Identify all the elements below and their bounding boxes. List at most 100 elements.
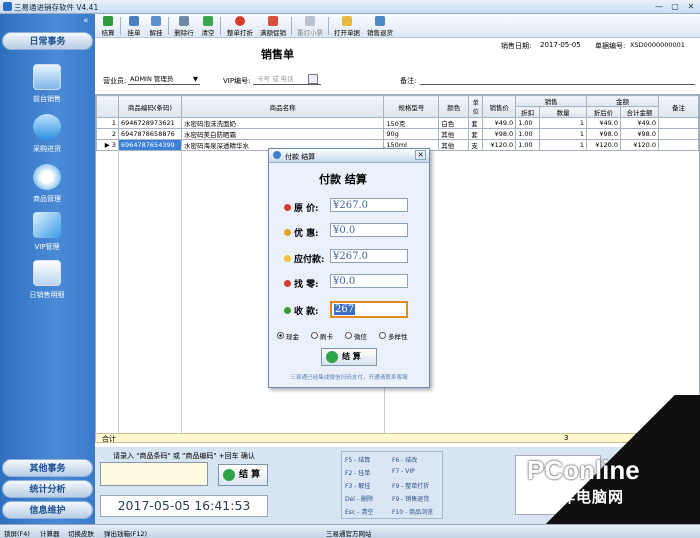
app-logo-icon (3, 2, 12, 11)
col-header-note[interactable]: 备注 (657, 95, 700, 118)
green-dot-icon (284, 307, 291, 314)
return-icon (375, 16, 385, 26)
red-dot-icon (284, 280, 291, 287)
chevron-down-icon: ▼ (193, 75, 198, 83)
radio-card[interactable] (311, 332, 318, 339)
gift-icon (268, 16, 278, 26)
sidebar-header-other[interactable]: 其他事务 (2, 459, 93, 477)
checkout-tool-button[interactable]: 结算 (99, 15, 117, 37)
col-header-total[interactable]: 合计金额 (620, 106, 659, 118)
maximize-button[interactable]: ▢ (668, 1, 682, 12)
open-document-button[interactable]: 打开单据 (332, 15, 362, 37)
col-header-unit[interactable]: 单位 (468, 95, 484, 118)
switch-skin-link[interactable]: 切换皮肤 (68, 528, 94, 538)
magnifier-icon (33, 164, 61, 190)
col-header-qty[interactable]: 数量 (539, 106, 588, 118)
note-label: 备注: (400, 77, 417, 85)
received-field[interactable]: 267 (330, 301, 408, 318)
reprint-receipt-button[interactable]: 重打小票 (295, 15, 325, 37)
sidebar-item-front-sales[interactable]: 前台销售 (14, 62, 80, 112)
delete-row-button[interactable]: 删除行 (172, 15, 196, 37)
sidebar-header-daily[interactable]: 日常事务 (2, 32, 93, 50)
shortcut-panel: F5 - 结算 F6 - 结改 F2 - 挂单 F7 - VIP F3 - 解挂 F9… (341, 451, 443, 519)
whole-discount-button[interactable]: 整单打折 (225, 15, 255, 37)
smile-icon (284, 255, 291, 262)
sidebar-item-goods[interactable]: 商品管理 (14, 162, 80, 212)
promotion-button[interactable]: 满额促销 (258, 15, 288, 37)
sidebar-header-stats[interactable]: 统计分析 (2, 480, 93, 498)
sidebar-item-daily-detail[interactable]: 日销售明细 (14, 258, 80, 308)
minimize-button[interactable]: — (652, 1, 666, 12)
doc-number-value: XSD0000000001 (630, 41, 685, 49)
col-header-color[interactable]: 颜色 (438, 95, 470, 118)
col-header-code[interactable]: 商品编码(条码) (117, 95, 182, 118)
official-site-link[interactable]: 三易通官方网站 (326, 528, 372, 538)
lock-screen-link[interactable]: 锁屏(F4) (4, 528, 30, 538)
payment-methods: 现金 刷卡 微信 多样性 (277, 330, 423, 342)
form-header: 销售日期: 2017-05-05 单据编号: XSD0000000001 销售单… (95, 38, 700, 94)
change-field[interactable]: ¥0.0 (330, 274, 408, 288)
folder-icon (342, 16, 352, 26)
check-icon (223, 469, 235, 481)
sidebar-item-vip[interactable]: VIP管理 (14, 210, 80, 260)
open-cashbox-link[interactable]: 弹出钱箱(F12) (104, 528, 147, 538)
sidebar-header-info[interactable]: 信息维护 (2, 501, 93, 519)
radio-mixed[interactable] (379, 332, 386, 339)
clerk-select[interactable]: ADMIN 管理员 ▼ (128, 74, 200, 85)
vip-icon (33, 212, 61, 238)
vip-search-icon[interactable] (308, 74, 318, 84)
payment-dialog: 付款 结算 ✕ 付款 结算 原 价: ¥267.0 优 惠: ¥0.0 应付款:… (268, 148, 430, 388)
unlock-icon (151, 16, 161, 26)
col-header-name[interactable]: 商品名称 (180, 95, 385, 118)
dialog-close-icon[interactable]: ✕ (415, 150, 426, 160)
collapse-sidebar-button[interactable]: « (83, 16, 89, 26)
row-pointer-icon: ▶ (104, 141, 112, 149)
table-row[interactable]: 2 6947878658876 水密码美白防晒霜 90g 其他 套 ¥98.0 … (96, 128, 700, 140)
release-order-button[interactable]: 解挂 (147, 15, 165, 37)
red-dot-icon (284, 204, 291, 211)
discount-field[interactable]: ¥0.0 (330, 223, 408, 237)
original-price-field[interactable]: ¥267.0 (330, 198, 408, 212)
sale-date-label: 销售日期: (501, 42, 532, 50)
dialog-title-bar: 付款 结算 ✕ (269, 149, 429, 163)
barcode-input[interactable] (100, 462, 208, 486)
orange-dot-icon (284, 229, 291, 236)
clock-display: 2017-05-05 16:41:53 (100, 495, 268, 517)
save-icon (129, 16, 139, 26)
discount-icon (235, 16, 245, 26)
clear-button[interactable]: 清空 (199, 15, 217, 37)
scan-prompt: 请录入 "商品条码" 或 "商品编码" +回车 确认 (113, 452, 255, 460)
calculator-link[interactable]: 计算器 (40, 528, 60, 538)
radio-cash[interactable] (277, 332, 284, 339)
sidebar: « 日常事务 前台销售 采购进货 商品管理 VIP管理 日销售明细 其他事务 统… (0, 14, 95, 524)
sidebar-item-purchase[interactable]: 采购进货 (14, 112, 80, 162)
window-title: 三易通进销存软件 V4.41 (14, 3, 99, 12)
checkout-button[interactable]: 结 算 (218, 464, 268, 486)
col-header-after-price[interactable]: 折后价 (586, 106, 621, 118)
sum-label: 合计 (102, 435, 116, 443)
form-title: 销售单 (261, 48, 294, 61)
radio-wechat[interactable] (345, 332, 352, 339)
watermark-brand: PConline (527, 455, 640, 485)
hold-order-button[interactable]: 挂单 (125, 15, 143, 37)
close-button[interactable]: ✕ (684, 1, 698, 12)
app-icon (273, 151, 281, 159)
delete-row-icon (179, 16, 189, 26)
toolbar: 结算 挂单 解挂 删除行 清空 整单打折 满额促销 重打小票 打开单据 销售退货 (95, 14, 700, 38)
col-group-amount: 金额 (586, 95, 659, 107)
sale-date-value[interactable]: 2017-05-05 (540, 41, 581, 49)
monitor-icon (33, 64, 61, 90)
payable-field[interactable]: ¥267.0 (330, 249, 408, 263)
truck-icon (33, 114, 61, 140)
check-icon (326, 351, 338, 363)
col-header-price[interactable]: 销售价 (482, 95, 517, 118)
col-group-sales: 销售 (515, 95, 588, 107)
watermark-sub: 太平洋电脑网 (528, 488, 625, 506)
dialog-checkout-button[interactable]: 结 算 (321, 348, 377, 366)
table-row[interactable]: 1 6946728973621 水密码泡沫洗面奶 150克 白色 套 ¥49.0… (96, 117, 700, 129)
sales-return-button[interactable]: 销售退货 (365, 15, 395, 37)
col-header-spec[interactable]: 规格型号 (383, 95, 440, 118)
note-input[interactable] (420, 84, 695, 85)
printer-icon (305, 16, 315, 26)
col-header-discount[interactable]: 折扣 (515, 106, 541, 118)
